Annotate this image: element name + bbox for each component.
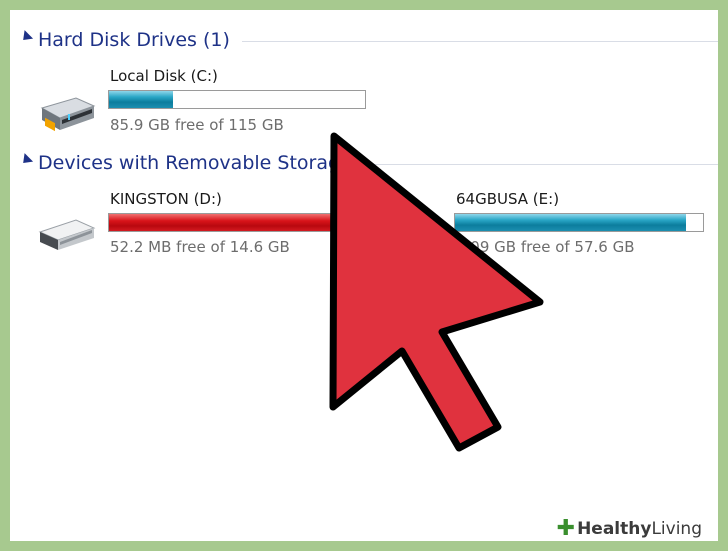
free-space-text: 4.09 GB free of 57.6 GB xyxy=(456,238,635,256)
free-space-text: 52.2 MB free of 14.6 GB xyxy=(110,238,290,256)
collapse-arrow-icon[interactable] xyxy=(18,30,34,45)
divider xyxy=(363,163,718,165)
watermark-text: Healthy xyxy=(577,519,652,539)
explorer-panel: Hard Disk Drives (1) Local Disk (C:) 85.… xyxy=(10,10,718,541)
hard-disk-icon xyxy=(40,97,96,132)
collapse-arrow-icon[interactable] xyxy=(18,153,34,168)
capacity-bar xyxy=(454,213,704,232)
usb-drive-icon xyxy=(38,219,96,250)
drive-name: 64GBUSA (E:) xyxy=(456,190,560,208)
capacity-bar xyxy=(108,213,366,232)
drive-name: KINGSTON (D:) xyxy=(110,190,222,208)
capacity-bar xyxy=(108,90,366,109)
group-title: Hard Disk Drives (1) xyxy=(38,29,230,51)
divider xyxy=(241,40,718,42)
plus-logo-icon: ✚ xyxy=(556,516,576,541)
group-header-hard-disk-drives[interactable]: Hard Disk Drives (1) xyxy=(18,25,718,55)
group-header-removable-storage[interactable]: Devices with Removable Storage xyxy=(18,148,718,178)
watermark-text-light: Living xyxy=(651,519,702,539)
capacity-bar-fill xyxy=(109,214,363,231)
capacity-bar-fill xyxy=(455,214,686,231)
watermark: ✚ HealthyLiving xyxy=(552,516,710,541)
free-space-text: 85.9 GB free of 115 GB xyxy=(110,116,284,134)
group-title: Devices with Removable Storage xyxy=(38,152,352,174)
drive-name: Local Disk (C:) xyxy=(110,67,218,85)
capacity-bar-fill xyxy=(109,91,173,108)
